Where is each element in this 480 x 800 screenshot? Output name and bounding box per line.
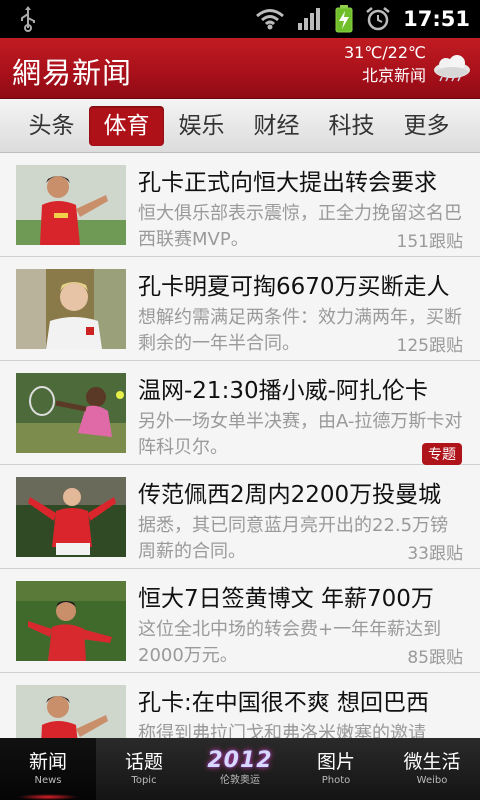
tab-entertainment[interactable]: 娱乐 <box>164 106 239 146</box>
news-thumbnail <box>16 477 126 557</box>
news-thumbnail <box>16 685 126 738</box>
news-title: 恒大7日签黄博文 年薪700万 <box>138 586 434 612</box>
nav-photo-label: 图片 <box>316 751 355 773</box>
cloud-icon <box>434 55 470 82</box>
usb-icon <box>21 6 35 32</box>
nav-olympics-label: 2012 <box>207 748 273 773</box>
tab-more[interactable]: 更多 <box>389 106 464 146</box>
comment-count: 125跟贴 <box>392 331 463 356</box>
battery-charging-icon <box>335 5 353 33</box>
alarm-icon <box>366 7 390 31</box>
nav-olympics[interactable]: 2012 伦敦奥运 <box>192 738 288 800</box>
news-title: 孔卡明夏可掏6670万买断走人 <box>138 274 450 300</box>
news-title: 传范佩西2周内2200万投曼城 <box>138 482 442 508</box>
weather-temperature: 31℃/22℃ <box>343 43 426 62</box>
nav-olympics-sublabel: 伦敦奥运 <box>220 775 260 786</box>
bottom-navigation: 新闻 News 话题 Topic 2012 伦敦奥运 图片 Photo 微生活 … <box>0 738 480 800</box>
nav-weibo-label: 微生活 <box>403 751 461 773</box>
news-title: 孔卡:在中国很不爽 想回巴西 <box>138 690 430 716</box>
nav-news-sublabel: News <box>34 775 62 786</box>
news-title: 温网-21:30播小威-阿扎伦卡 <box>138 378 428 404</box>
signal-icon <box>298 8 321 30</box>
weather-widget[interactable]: 31℃/22℃ 北京新闻 <box>344 42 426 88</box>
comment-count: 33跟贴 <box>403 539 463 564</box>
nav-topic-sublabel: Topic <box>131 775 157 786</box>
clock-time: 17:51 <box>403 7 470 31</box>
category-tabs: 头条 体育 娱乐 财经 科技 更多 <box>0 99 480 153</box>
nav-photo[interactable]: 图片 Photo <box>288 738 384 800</box>
news-item[interactable]: 传范佩西2周内2200万投曼城 据悉，其已同意蓝月亮开出的22.5万镑周薪的合同… <box>0 465 480 569</box>
news-thumbnail <box>16 165 126 245</box>
news-item[interactable]: 恒大7日签黄博文 年薪700万 这位全北中场的转会费+一年年薪达到2000万元。… <box>0 569 480 673</box>
news-thumbnail <box>16 581 126 661</box>
news-summary: 另外一场女单半决赛，由A-拉德万斯卡对阵科贝尔。 <box>138 411 463 458</box>
news-item[interactable]: 孔卡:在中国很不爽 想回巴西 称得到弗拉门戈和弗洛米嫩塞的邀请 <box>0 673 480 738</box>
comment-count: 151跟贴 <box>392 227 463 252</box>
news-item[interactable]: 温网-21:30播小威-阿扎伦卡 另外一场女单半决赛，由A-拉德万斯卡对阵科贝尔… <box>0 361 480 465</box>
nav-news-label: 新闻 <box>28 751 67 773</box>
nav-news[interactable]: 新闻 News <box>0 738 96 800</box>
news-item[interactable]: 孔卡正式向恒大提出转会要求 恒大俱乐部表示震惊，正全力挽留这名巴西联赛MVP。 … <box>0 153 480 257</box>
status-bar: 17:51 <box>0 0 480 38</box>
tab-tech[interactable]: 科技 <box>314 106 389 146</box>
news-list[interactable]: 孔卡正式向恒大提出转会要求 恒大俱乐部表示震惊，正全力挽留这名巴西联赛MVP。 … <box>0 153 480 738</box>
nav-photo-sublabel: Photo <box>321 775 351 786</box>
tab-headlines[interactable]: 头条 <box>14 106 89 146</box>
wifi-icon <box>256 9 285 30</box>
tab-finance[interactable]: 财经 <box>239 106 314 146</box>
nav-weibo[interactable]: 微生活 Weibo <box>384 738 480 800</box>
news-item[interactable]: 孔卡明夏可掏6670万买断走人 想解约需满足两条件：效力满两年，买断剩余的一年半… <box>0 257 480 361</box>
news-thumbnail <box>16 269 126 349</box>
news-summary: 称得到弗拉门戈和弗洛米嫩塞的邀请 <box>138 723 426 738</box>
nav-weibo-sublabel: Weibo <box>416 775 448 786</box>
news-title: 孔卡正式向恒大提出转会要求 <box>138 170 437 196</box>
nav-topic[interactable]: 话题 Topic <box>96 738 192 800</box>
app-header: 網易新闻 31℃/22℃ 北京新闻 <box>0 38 480 99</box>
app-logo: 網易新闻 <box>12 56 133 90</box>
comment-count: 85跟贴 <box>403 643 463 668</box>
tab-sports[interactable]: 体育 <box>89 105 164 146</box>
news-thumbnail <box>16 373 126 453</box>
topic-badge: 专题 <box>422 443 462 465</box>
nav-topic-label: 话题 <box>124 751 163 773</box>
city-news-link[interactable]: 北京新闻 <box>344 64 426 88</box>
